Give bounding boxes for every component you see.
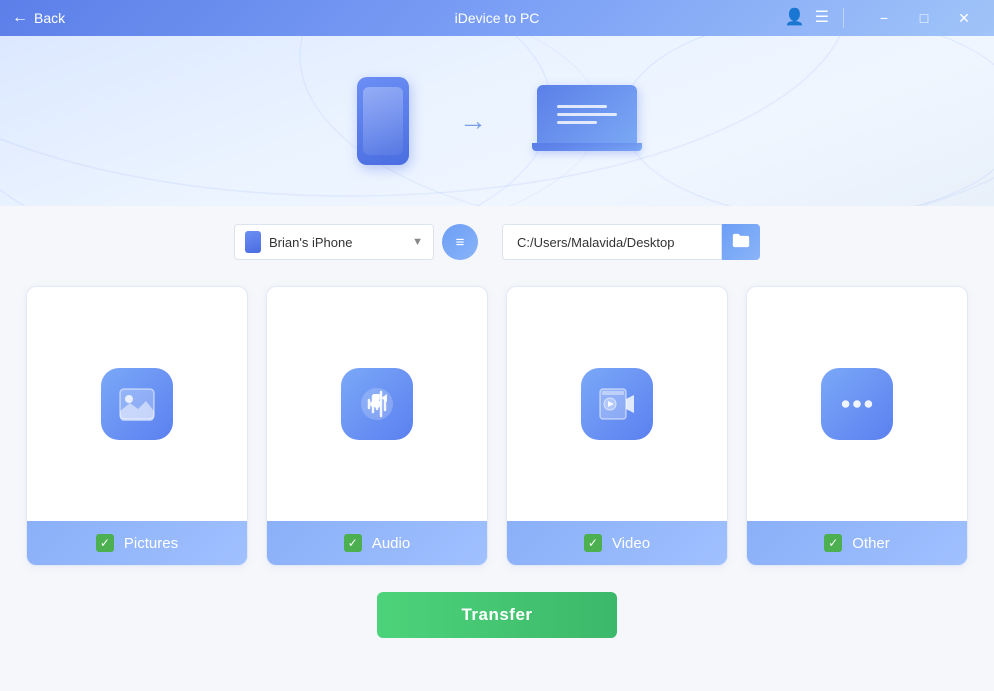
transfer-button[interactable]: Transfer bbox=[377, 592, 617, 638]
phone-icon bbox=[357, 77, 409, 165]
hero-section: → bbox=[0, 36, 994, 206]
laptop-icon bbox=[537, 85, 637, 157]
folder-icon bbox=[732, 233, 750, 252]
laptop-screen bbox=[537, 85, 637, 143]
audio-icon bbox=[341, 368, 413, 440]
laptop-base bbox=[532, 143, 642, 151]
screen-line-1 bbox=[557, 105, 607, 108]
screen-line-3 bbox=[557, 121, 597, 124]
cards-container: ✓ Pictures ✓ bbox=[0, 270, 994, 582]
card-other-footer: ✓ Other bbox=[747, 521, 967, 565]
laptop-screen-lines bbox=[557, 105, 617, 124]
audio-label: Audio bbox=[372, 535, 410, 552]
dropdown-chevron-icon: ▼ bbox=[412, 236, 423, 248]
settings-icon: ≡ bbox=[456, 234, 465, 251]
minimize-button[interactable]: − bbox=[866, 0, 902, 36]
video-checkbox[interactable]: ✓ bbox=[584, 534, 602, 552]
screen-line-2 bbox=[557, 113, 617, 116]
source-settings-button[interactable]: ≡ bbox=[442, 224, 478, 260]
pictures-label: Pictures bbox=[124, 535, 178, 552]
back-button[interactable]: ← Back bbox=[12, 9, 65, 27]
card-video-footer: ✓ Video bbox=[507, 521, 727, 565]
title-divider bbox=[843, 8, 844, 28]
card-pictures[interactable]: ✓ Pictures bbox=[26, 286, 248, 566]
device-name-label: Brian's iPhone bbox=[269, 235, 404, 250]
audio-checkbox[interactable]: ✓ bbox=[344, 534, 362, 552]
transfer-arrow-icon: → bbox=[459, 105, 487, 137]
back-arrow-icon: ← bbox=[12, 9, 28, 27]
card-audio-body bbox=[267, 287, 487, 521]
window-controls: − □ ✕ bbox=[866, 0, 982, 36]
title-bar: ← Back iDevice to PC 👤 ☰ − □ ✕ bbox=[0, 0, 994, 36]
card-other[interactable]: ✓ Other bbox=[746, 286, 968, 566]
video-label: Video bbox=[612, 535, 650, 552]
card-video[interactable]: ✓ Video bbox=[506, 286, 728, 566]
other-label: Other bbox=[852, 535, 890, 552]
maximize-button[interactable]: □ bbox=[906, 0, 942, 36]
back-label: Back bbox=[34, 10, 65, 26]
close-button[interactable]: ✕ bbox=[946, 0, 982, 36]
other-icon bbox=[821, 368, 893, 440]
card-video-body bbox=[507, 287, 727, 521]
card-other-body bbox=[747, 287, 967, 521]
destination-path: C:/Users/Malavida/Desktop bbox=[502, 224, 722, 260]
transfer-section: Transfer bbox=[0, 582, 994, 658]
card-pictures-footer: ✓ Pictures bbox=[27, 521, 247, 565]
device-dropdown-phone-icon bbox=[245, 231, 261, 253]
card-audio-footer: ✓ Audio bbox=[267, 521, 487, 565]
destination-selector: C:/Users/Malavida/Desktop bbox=[502, 224, 760, 260]
browse-folder-button[interactable] bbox=[722, 224, 760, 260]
transfer-row: Brian's iPhone ▼ ≡ C:/Users/Malavida/Des… bbox=[0, 206, 994, 270]
app-title: iDevice to PC bbox=[455, 10, 540, 26]
pictures-checkbox[interactable]: ✓ bbox=[96, 534, 114, 552]
card-pictures-body bbox=[27, 287, 247, 521]
other-checkbox[interactable]: ✓ bbox=[824, 534, 842, 552]
video-icon bbox=[581, 368, 653, 440]
card-audio[interactable]: ✓ Audio bbox=[266, 286, 488, 566]
user-icon-button[interactable]: 👤 bbox=[785, 10, 805, 26]
title-bar-right: 👤 ☰ − □ ✕ bbox=[785, 0, 982, 36]
menu-icon-button[interactable]: ☰ bbox=[815, 10, 829, 26]
device-dropdown[interactable]: Brian's iPhone ▼ bbox=[234, 224, 434, 260]
pictures-icon bbox=[101, 368, 173, 440]
device-selector: Brian's iPhone ▼ ≡ bbox=[234, 224, 478, 260]
hero-inner: → bbox=[357, 77, 637, 165]
